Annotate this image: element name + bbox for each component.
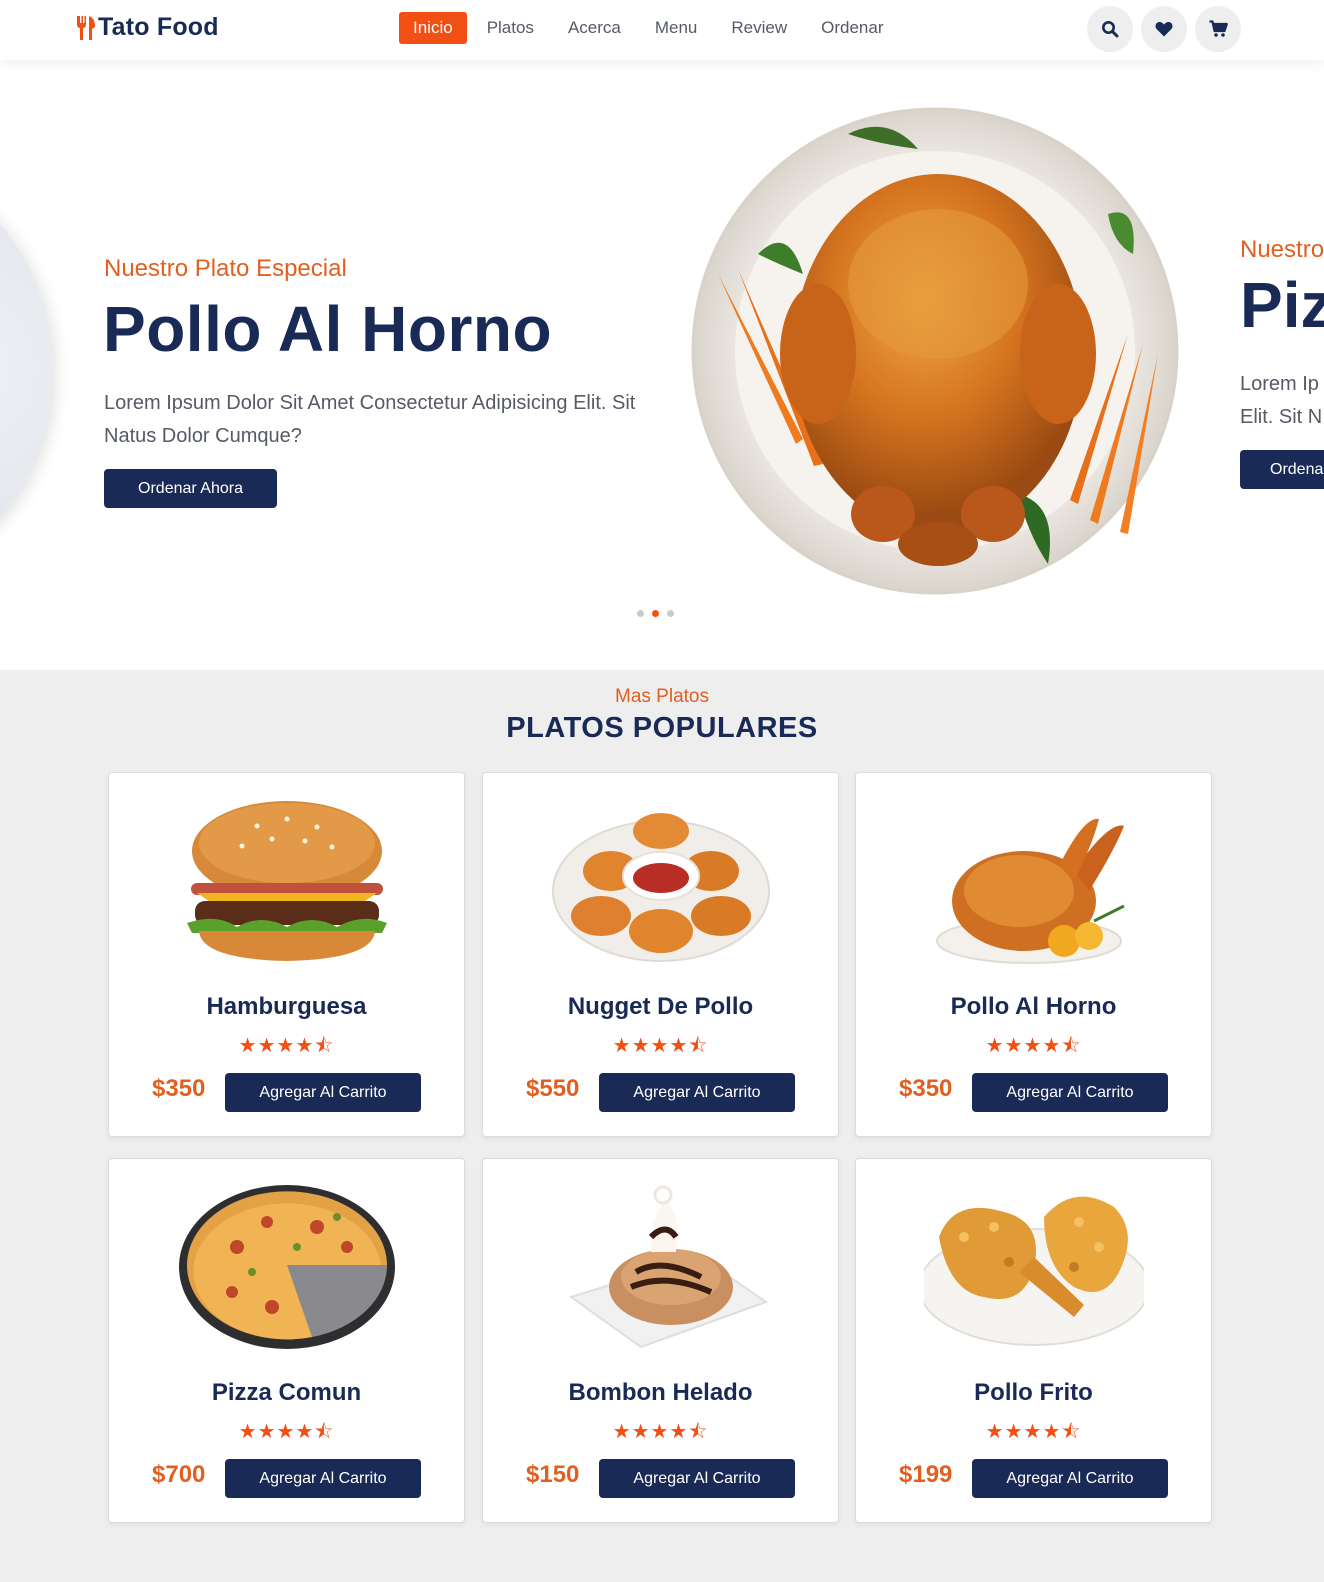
hero-description: Lorem Ipsum Dolor Sit Amet Consectetur A…	[104, 392, 636, 447]
half-star-icon: ⯪	[1061, 1421, 1082, 1443]
add-to-cart-button[interactable]: Agregar Al Carrito	[599, 1459, 795, 1498]
slider-dot[interactable]	[637, 610, 644, 617]
search-button[interactable]	[1087, 6, 1133, 52]
nav-link-review[interactable]: Review	[717, 12, 801, 44]
fried-chicken-image	[924, 1196, 1144, 1346]
chicken-nuggets-image	[552, 813, 770, 962]
nav-link-platos[interactable]: Platos	[473, 12, 548, 44]
dish-price: $700	[152, 1461, 206, 1488]
slider-dot[interactable]	[667, 610, 674, 617]
slider-dot-active[interactable]	[652, 610, 659, 617]
dish-name: Nugget De Pollo	[567, 993, 754, 1020]
next-slide-title: Piz	[1240, 269, 1324, 341]
previous-slide-plate	[0, 175, 52, 565]
star-rating: ★★★★⯪	[612, 1035, 709, 1057]
section-title: PLATOS POPULARES	[506, 712, 818, 744]
star-rating: ★★★★⯪	[612, 1421, 709, 1443]
roast-chicken-image	[691, 107, 1179, 595]
favorites-button[interactable]	[1141, 6, 1187, 52]
ice-cream-dessert-image	[568, 1185, 769, 1349]
nav-link-menu[interactable]: Menu	[641, 12, 712, 44]
half-star-icon: ⯪	[688, 1421, 709, 1443]
logo[interactable]: Tato Food	[76, 13, 219, 42]
star-rating: ★★★★⯪	[238, 1035, 335, 1057]
half-star-icon: ⯪	[688, 1035, 709, 1057]
burger-image	[187, 801, 387, 961]
dish-card: Nugget De Pollo ★★★★⯪ $550 Agregar Al Ca…	[482, 772, 839, 1137]
dish-price: $550	[526, 1075, 580, 1102]
dish-card: Pollo Frito ★★★★⯪ $199 Agregar Al Carrit…	[855, 1158, 1212, 1523]
heart-icon	[1155, 21, 1173, 37]
nav-link-acerca[interactable]: Acerca	[554, 12, 635, 44]
nav-link-inicio[interactable]: Inicio	[399, 12, 467, 44]
add-to-cart-button[interactable]: Agregar Al Carrito	[972, 1459, 1168, 1498]
add-to-cart-button[interactable]: Agregar Al Carrito	[225, 1459, 421, 1498]
dish-card: Hamburguesa ★★★★⯪ $350 Agregar Al Carrit…	[108, 772, 465, 1137]
hero-slider: Nuestro Plato Especial Pollo Al Horno Lo…	[0, 60, 1324, 670]
hero-title: Pollo Al Horno	[103, 293, 553, 365]
header: Tato Food Inicio Platos Acerca Menu Revi…	[0, 0, 1324, 60]
cart-button[interactable]	[1195, 6, 1241, 52]
dish-price: $350	[152, 1075, 206, 1102]
roast-chicken-image	[936, 818, 1125, 964]
dish-name: Pizza Comun	[211, 1379, 362, 1406]
dish-name: Hamburguesa	[206, 993, 367, 1020]
hero-subtitle: Nuestro Plato Especial	[104, 255, 347, 282]
dish-name: Pollo Al Horno	[950, 993, 1117, 1020]
add-to-cart-button[interactable]: Agregar Al Carrito	[599, 1073, 795, 1112]
utensils-icon	[77, 15, 95, 40]
dish-price: $350	[899, 1075, 953, 1102]
half-star-icon: ⯪	[314, 1035, 335, 1057]
next-slide-description-line: Lorem Ip	[1240, 373, 1319, 395]
star-rating: ★★★★⯪	[985, 1035, 1082, 1057]
nav-link-ordenar[interactable]: Ordenar	[807, 12, 897, 44]
dish-card: Pollo Al Horno ★★★★⯪ $350 Agregar Al Car…	[855, 772, 1212, 1137]
next-slide-description-line: Elit. Sit N	[1240, 406, 1323, 428]
dish-card: Pizza Comun ★★★★⯪ $700 Agregar Al Carrit…	[108, 1158, 465, 1523]
star-rating: ★★★★⯪	[985, 1421, 1082, 1443]
dish-price: $150	[526, 1461, 580, 1488]
cart-icon	[1209, 20, 1228, 37]
add-to-cart-button[interactable]: Agregar Al Carrito	[225, 1073, 421, 1112]
brand-name: Tato Food	[98, 13, 219, 41]
half-star-icon: ⯪	[314, 1421, 335, 1443]
next-slide-order-button[interactable]: Ordena	[1240, 450, 1324, 489]
header-icons	[1087, 6, 1241, 52]
pizza-image	[179, 1185, 395, 1349]
dish-card: Bombon Helado ★★★★⯪ $150 Agregar Al Carr…	[482, 1158, 839, 1523]
dish-name: Pollo Frito	[974, 1379, 1093, 1406]
next-slide-subtitle: Nuestro	[1240, 236, 1324, 263]
section-subtitle: Mas Platos	[615, 686, 709, 707]
slider-pagination	[637, 610, 674, 617]
dish-price: $199	[899, 1461, 953, 1488]
dish-name: Bombon Helado	[568, 1379, 753, 1406]
search-icon	[1102, 21, 1119, 38]
star-rating: ★★★★⯪	[238, 1421, 335, 1443]
order-now-button[interactable]: Ordenar Ahora	[104, 469, 277, 508]
add-to-cart-button[interactable]: Agregar Al Carrito	[972, 1073, 1168, 1112]
half-star-icon: ⯪	[1061, 1035, 1082, 1057]
main-nav: Inicio Platos Acerca Menu Review Ordenar	[399, 12, 904, 44]
next-slide-description: Lorem Ip Elit. Sit N	[1240, 368, 1322, 434]
